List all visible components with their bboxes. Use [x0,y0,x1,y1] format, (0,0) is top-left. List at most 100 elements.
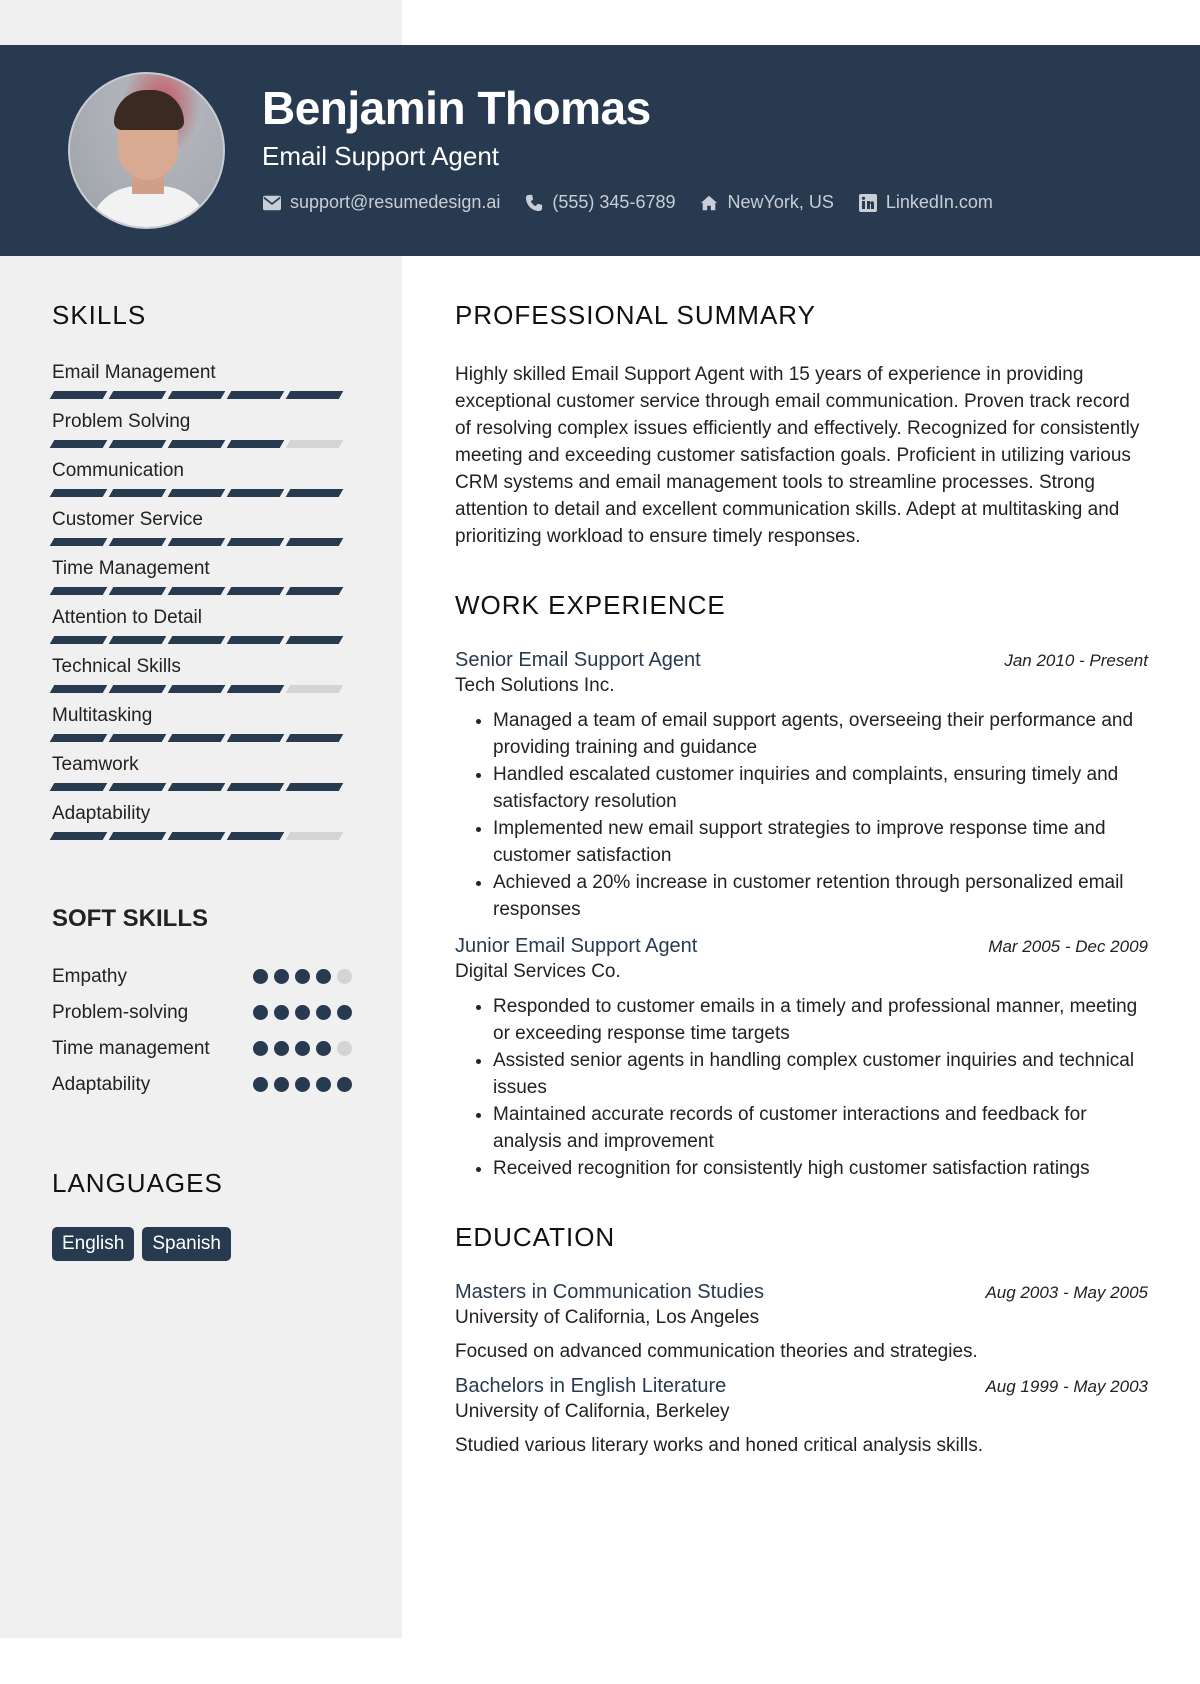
envelope-icon [262,194,282,212]
rating-dot [316,969,331,984]
company-name: Tech Solutions Inc. [455,675,615,696]
skill-level-segment [285,636,344,644]
skill-level-segment [285,783,344,791]
language-badge: English [52,1227,135,1261]
skill-level-segment [49,440,108,448]
skill-level-segment [226,391,285,399]
skill-item: Technical Skills [49,653,352,693]
rating-dot [337,1041,352,1056]
skill-item: Communication [49,457,352,497]
soft-skill-name: Adaptability [52,1074,151,1095]
soft-skills-list: Empathy Problem-solving Time management Ada… [52,963,352,1099]
skill-level-segment [108,636,167,644]
contact-linkedin-text: LinkedIn.com [885,192,993,212]
skill-level-segment [49,636,108,644]
skill-item: Attention to Detail [49,604,352,644]
contact-linkedin[interactable]: LinkedIn.com [858,192,993,213]
summary-section: PROFESSIONAL SUMMARY Highly skilled Emai… [455,300,1148,550]
soft-skill-item: Adaptability [52,1071,352,1099]
contact-location: NewYork, US [699,192,834,213]
job-dates: Jan 2010 - Present [1004,651,1148,670]
skill-level-segment [226,538,285,546]
skill-level-segment [226,636,285,644]
company-name: Digital Services Co. [455,961,621,982]
rating-dot [253,1041,268,1056]
skill-level-segment [167,391,226,399]
skill-level-bar [49,391,352,399]
skill-level-bar [49,489,352,497]
candidate-name: Benjamin Thomas [262,82,651,134]
skill-level-segment [226,440,285,448]
skill-level-segment [285,832,344,840]
rating-dot [295,1005,310,1020]
rating-dot [274,1041,289,1056]
skill-level-bar [49,734,352,742]
soft-skill-item: Problem-solving [52,999,352,1027]
rating-dot [295,969,310,984]
skill-level-segment [49,832,108,840]
languages-heading: LANGUAGES [52,1168,223,1198]
entry-header: Masters in Communication Studies Aug 2003… [455,1281,1148,1304]
rating-dot [295,1041,310,1056]
rating-dot [253,969,268,984]
soft-skill-name: Empathy [52,966,127,987]
contact-phone-text: (555) 345-6789 [552,192,676,212]
soft-skill-rating [253,963,352,984]
skill-level-segment [167,440,226,448]
education-section: EDUCATION Masters in Communication Studi… [455,1222,1148,1457]
rating-dot [295,1077,310,1092]
contact-email[interactable]: support@resumedesign.ai [262,192,500,213]
skill-item: Multitasking [49,702,352,742]
skill-name: Adaptability [52,803,151,824]
contact-phone[interactable]: (555) 345-6789 [524,192,675,213]
contact-email-text: support@resumedesign.ai [290,192,501,212]
main-content: PROFESSIONAL SUMMARY Highly skilled Emai… [455,300,1148,1457]
contact-location-text: NewYork, US [727,192,834,212]
rating-dot [337,969,352,984]
experience-heading: WORK EXPERIENCE [455,590,726,620]
rating-dot [316,1005,331,1020]
job-bullets: Managed a team of email support agents, … [493,707,1148,923]
job-bullet: Received recognition for consistently hi… [493,1155,1148,1182]
skill-item: Problem Solving [49,408,352,448]
phone-icon [524,194,544,212]
soft-skill-rating [253,1035,352,1056]
education-list: Masters in Communication Studies Aug 2003… [455,1281,1148,1457]
rating-dot [337,1077,352,1092]
skill-level-segment [285,538,344,546]
contact-list: support@resumedesign.ai (555) 345-6789 N… [262,192,993,213]
soft-skill-rating [253,999,352,1020]
skill-level-segment [108,391,167,399]
skill-name: Multitasking [52,705,153,726]
skill-name: Attention to Detail [52,607,202,628]
skill-level-segment [49,391,108,399]
skill-item: Customer Service [49,506,352,546]
skill-level-bar [49,587,352,595]
skill-level-segment [167,832,226,840]
skill-level-segment [226,734,285,742]
skill-name: Time Management [52,558,210,579]
experience-entry: Senior Email Support Agent Jan 2010 - Pre… [455,649,1148,923]
skill-level-segment [285,489,344,497]
experience-list: Senior Email Support Agent Jan 2010 - Pre… [455,649,1148,1182]
skills-section: SKILLS Email Management Problem Solving Co… [49,300,352,849]
job-title: Junior Email Support Agent [455,935,698,957]
school-name: University of California, Berkeley [455,1401,730,1422]
resume-header: Benjamin Thomas Email Support Agent supp… [0,45,1200,256]
skill-name: Teamwork [52,754,139,775]
skill-name: Technical Skills [52,656,181,677]
summary-heading: PROFESSIONAL SUMMARY [455,300,816,330]
skill-level-segment [108,440,167,448]
soft-skills-section: SOFT SKILLS Empathy Problem-solving Time m… [52,905,352,1107]
skill-level-segment [285,685,344,693]
skill-level-bar [49,440,352,448]
home-icon [699,194,719,212]
linkedin-icon [858,193,878,212]
skill-level-segment [285,391,344,399]
education-description: Studied various literary works and honed… [455,1435,984,1456]
soft-skill-name: Problem-solving [52,1002,189,1023]
skill-level-segment [49,489,108,497]
job-bullet: Maintained accurate records of customer … [493,1101,1148,1155]
job-bullets: Responded to customer emails in a timely… [493,993,1148,1182]
job-bullet: Responded to customer emails in a timely… [493,993,1148,1047]
